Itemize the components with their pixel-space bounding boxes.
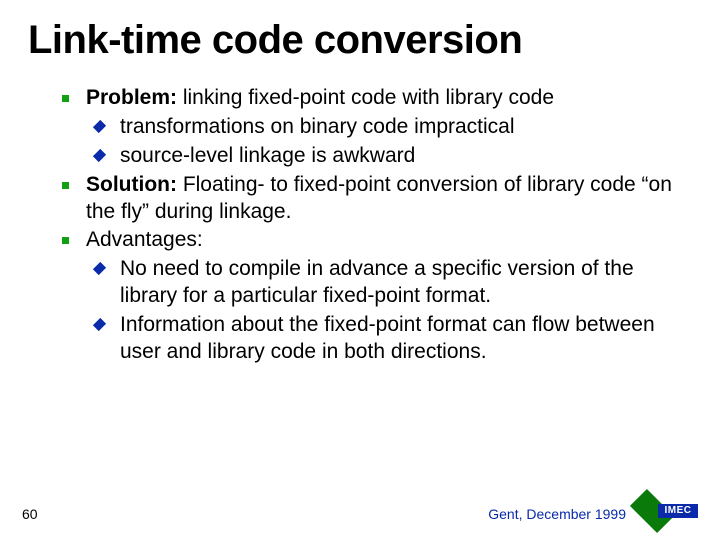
diamond-bullet-icon — [93, 318, 106, 331]
bullet-lead: Solution: — [86, 173, 177, 196]
subbullet-text: No need to compile in advance a specific… — [120, 257, 634, 307]
bullet-text: Advantages: — [86, 228, 203, 251]
subbullet-source-level: source-level linkage is awkward — [28, 143, 692, 170]
venue-date: Gent, December 1999 — [488, 506, 626, 522]
diamond-bullet-icon — [93, 120, 106, 133]
bullet-solution: Solution: Floating- to fixed-point conve… — [28, 172, 692, 226]
bullet-lead: Problem: — [86, 86, 177, 109]
page-number: 60 — [22, 506, 38, 522]
bullet-advantages: Advantages: — [28, 227, 692, 254]
square-bullet-icon — [62, 237, 69, 244]
slide: Link-time code conversion Problem: linki… — [0, 0, 720, 540]
slide-title: Link-time code conversion — [28, 18, 692, 63]
subbullet-text: source-level linkage is awkward — [120, 144, 415, 167]
slide-footer: 60 Gent, December 1999 IMEC — [0, 498, 720, 522]
bullet-text: linking fixed-point code with library co… — [177, 86, 554, 109]
slide-body: Problem: linking fixed-point code with l… — [28, 85, 692, 366]
subbullet-info-flow: Information about the fixed-point format… — [28, 312, 692, 366]
diamond-bullet-icon — [93, 149, 106, 162]
bullet-problem: Problem: linking fixed-point code with l… — [28, 85, 692, 112]
square-bullet-icon — [62, 182, 69, 189]
subbullet-transformations: transformations on binary code impractic… — [28, 114, 692, 141]
subbullet-text: transformations on binary code impractic… — [120, 115, 515, 138]
square-bullet-icon — [62, 95, 69, 102]
subbullet-no-compile: No need to compile in advance a specific… — [28, 256, 692, 310]
imec-logo: IMEC — [640, 496, 698, 526]
diamond-bullet-icon — [93, 262, 106, 275]
logo-text: IMEC — [658, 504, 698, 518]
subbullet-text: Information about the fixed-point format… — [120, 313, 655, 363]
